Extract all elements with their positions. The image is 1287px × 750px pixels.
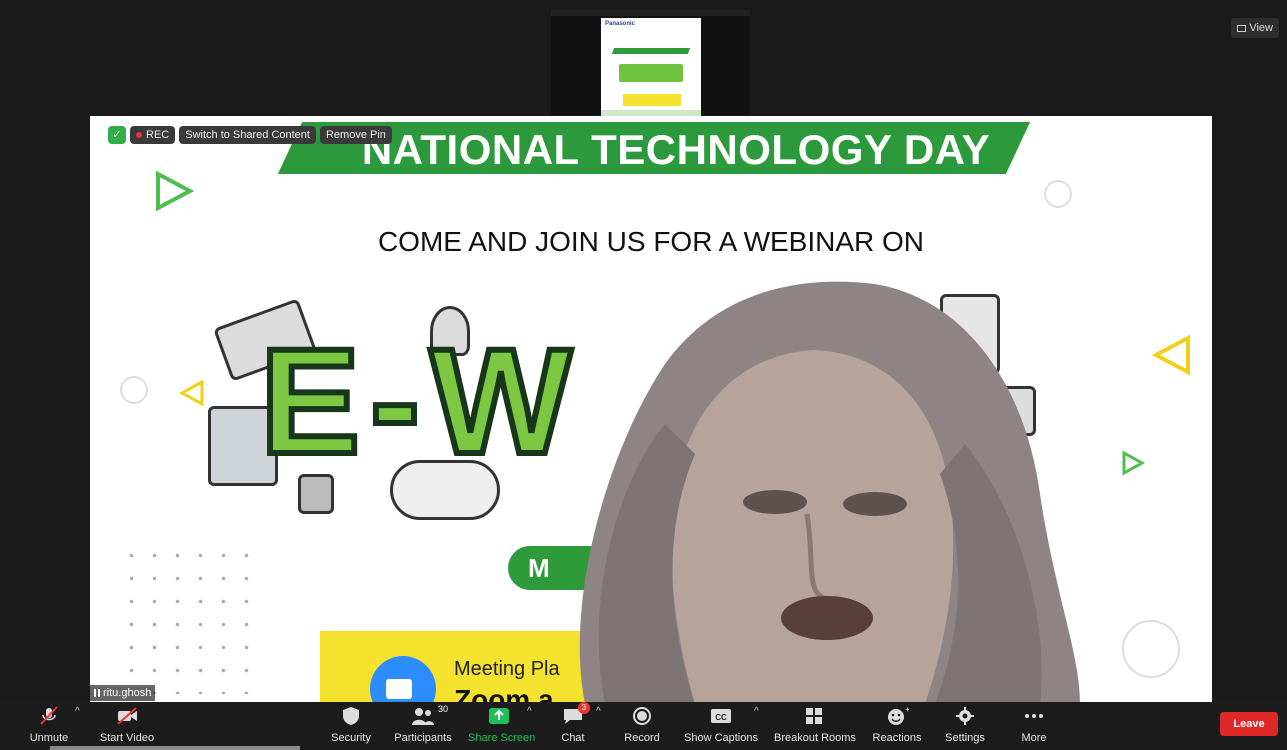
meeting-platform-label: Meeting Pla — [454, 658, 560, 680]
reactions-button[interactable]: + Reactions — [870, 702, 924, 750]
pinned-controls: ✓ REC Switch to Shared Content Remove Pi… — [108, 126, 392, 144]
chat-options-caret-icon[interactable]: ^ — [596, 706, 601, 717]
presenter-video — [579, 281, 1080, 704]
meeting-platform-value: Zoom a — [454, 684, 554, 702]
switch-to-shared-content-button[interactable]: Switch to Shared Content — [179, 126, 316, 144]
svg-text:CC: CC — [715, 713, 727, 722]
recording-indicator[interactable]: REC — [130, 126, 176, 144]
audio-options-caret-icon[interactable]: ^ — [75, 706, 80, 717]
participants-label: Participants — [394, 732, 452, 744]
rec-dot-icon — [136, 132, 142, 139]
leave-button[interactable]: Leave — [1220, 712, 1278, 736]
view-button[interactable]: View — [1231, 18, 1279, 38]
thumbnail-brand: Panasonic — [605, 21, 636, 27]
security-shield-icon[interactable]: ✓ — [108, 126, 126, 144]
yellow-triangle-icon — [1151, 334, 1190, 376]
unmute-button[interactable]: Unmute — [28, 702, 70, 750]
shield-icon — [343, 707, 359, 725]
remove-pin-button[interactable]: Remove Pin — [319, 126, 392, 144]
participants-button[interactable]: 30 Participants — [394, 702, 452, 750]
play-triangle-icon — [156, 170, 194, 212]
shared-screen-thumbnail[interactable]: Panasonic — [551, 10, 750, 123]
show-captions-button[interactable]: CC Show Captions — [684, 702, 758, 750]
slide-banner-title: NATIONAL TECHNOLOGY DAY — [361, 126, 991, 173]
view-label: View — [1249, 22, 1273, 34]
rec-label: REC — [146, 129, 170, 141]
thumbnail-ewaste — [619, 64, 683, 82]
svg-text:+: + — [905, 706, 909, 714]
participant-name: ritu.ghosh — [103, 687, 152, 699]
share-screen-label: Share Screen — [468, 732, 536, 744]
chat-unread-badge: 3 — [578, 702, 590, 714]
grid-view-icon — [1237, 24, 1247, 32]
chat-button[interactable]: 3 Chat — [556, 702, 590, 750]
taskbar-strip — [50, 746, 300, 750]
thumbnail-banner — [611, 48, 691, 54]
record-icon — [633, 707, 651, 725]
circle-decoration — [1044, 180, 1072, 208]
unmute-label: Unmute — [29, 732, 69, 744]
start-video-button[interactable]: Start Video — [98, 702, 156, 750]
thumbnail-yellow-box — [623, 94, 681, 106]
show-captions-label: Show Captions — [684, 732, 758, 744]
participants-icon — [412, 708, 434, 725]
more-dots-icon — [1025, 714, 1043, 718]
thumbnail-slide-preview: Panasonic — [601, 18, 701, 123]
meeting-toolbar: Unmute ^ Start Video Security 30 Partici… — [0, 702, 1287, 750]
video-off-icon — [117, 707, 137, 725]
gear-icon — [956, 707, 974, 725]
cc-icon: CC — [711, 709, 731, 723]
green-small-triangle-icon — [1122, 450, 1146, 476]
thumbnail-topbar — [551, 10, 750, 16]
participant-name-tag: ritu.ghosh — [90, 685, 156, 701]
circle-decoration — [1122, 620, 1180, 678]
start-video-label: Start Video — [99, 732, 155, 744]
chat-label: Chat — [561, 732, 585, 744]
zoom-meeting-window: Panasonic View NATIONAL TECHNOLOGY DAY C… — [0, 0, 1287, 750]
security-label: Security — [331, 732, 371, 744]
yellow-small-triangle-icon — [178, 379, 204, 407]
record-label: Record — [624, 732, 660, 744]
breakout-rooms-button[interactable]: Breakout Rooms — [774, 702, 856, 750]
share-screen-icon — [489, 708, 509, 724]
slide-subtitle: COME AND JOIN US FOR A WEBINAR ON — [377, 226, 925, 257]
breakout-rooms-icon — [806, 708, 822, 724]
share-options-caret-icon[interactable]: ^ — [527, 706, 532, 717]
zoom-camera-icon — [386, 679, 412, 699]
settings-button[interactable]: Settings — [942, 702, 988, 750]
security-button[interactable]: Security — [328, 702, 374, 750]
circle-decoration — [120, 376, 148, 404]
more-label: More — [1021, 732, 1047, 744]
captions-options-caret-icon[interactable]: ^ — [754, 706, 759, 717]
reactions-icon: + — [888, 706, 909, 725]
record-button[interactable]: Record — [622, 702, 662, 750]
dot-pattern — [120, 544, 250, 694]
muted-mic-icon — [40, 706, 58, 725]
signal-bars-icon — [94, 689, 100, 697]
reactions-label: Reactions — [872, 732, 922, 744]
share-screen-button[interactable]: Share Screen — [468, 702, 536, 750]
settings-label: Settings — [945, 732, 985, 744]
participants-count: 30 — [437, 704, 448, 714]
breakout-rooms-label: Breakout Rooms — [774, 732, 856, 744]
more-button[interactable]: More — [1014, 702, 1054, 750]
